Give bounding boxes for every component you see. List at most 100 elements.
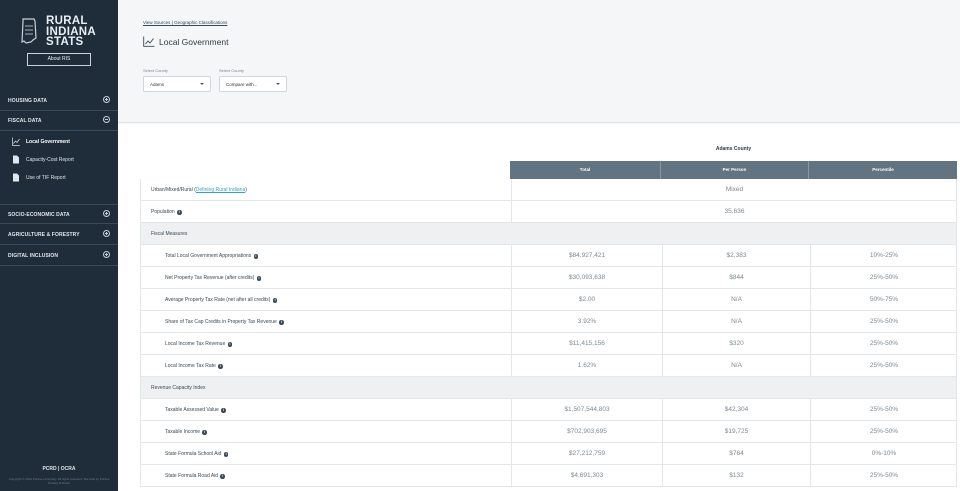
cell-total: $11,415,156 (511, 333, 662, 355)
cell-percentile: 25%-50% (810, 355, 957, 377)
breadcrumb[interactable]: View Sources | Geographic Classification… (143, 20, 227, 25)
county-select[interactable]: Adams (143, 76, 211, 92)
row-label-text: Taxable Assessed Value (165, 407, 219, 413)
cell-total: $1,507,544,803 (511, 399, 662, 421)
info-icon[interactable]: i (218, 364, 223, 369)
info-icon[interactable]: i (221, 408, 226, 413)
section-label: Fiscal Measures (151, 231, 188, 237)
sidebar-item-label: Local Government (26, 139, 70, 145)
sidebar: RURAL INDIANA STATS About RIS HOUSING DA… (0, 0, 118, 491)
nav-agri-label: AGRICULTURE & FORESTRY (8, 232, 80, 238)
table-row: Taxable Income i $702,903,695 $19,725 25%-5… (140, 421, 957, 443)
cell-total: $2.00 (511, 289, 662, 311)
cell-percentile: 50%-75% (810, 289, 957, 311)
info-icon[interactable]: i (223, 452, 229, 457)
compare-county-label: Select County (219, 68, 244, 73)
select-county-label: Select County (143, 68, 168, 73)
compare-county-select[interactable]: Compare with... (219, 76, 287, 92)
info-icon[interactable]: i (220, 474, 225, 479)
sidebar-item-capacity-cost-report[interactable]: Capacity-Cost Report (0, 151, 118, 169)
row-label: Population i (151, 209, 182, 215)
cell-total: $84,927,421 (511, 245, 662, 267)
line-chart-icon (143, 36, 155, 47)
document-icon (13, 155, 19, 164)
row-label: Average Property Tax Rate (net after all… (165, 297, 278, 303)
sidebar-item-label: Use of TIF Report (26, 175, 66, 181)
collapse-icon[interactable] (103, 116, 110, 123)
nav-agriculture-forestry[interactable]: AGRICULTURE & FORESTRY (0, 225, 118, 245)
info-icon[interactable]: i (279, 320, 284, 325)
nav-housing-data[interactable]: HOUSING DATA (0, 91, 118, 111)
table-row: Local Income Tax Rate i 1.62% N/A 25%-50% (140, 355, 957, 377)
section-revenue-capacity-index: Revenue Capacity Index (140, 377, 957, 399)
row-label-text: Average Property Tax Rate (net after all… (165, 297, 271, 303)
column-header-per-person: Per Person (661, 161, 809, 179)
table-row: State Formula Road Aid i $4,691,303 $132 25… (140, 465, 957, 487)
county-select-value: Adams (150, 82, 165, 87)
compare-select-value: Compare with... (226, 82, 258, 87)
info-icon[interactable]: i (256, 276, 262, 281)
row-label-text: Net Property Tax Revenue (after credits) (165, 275, 255, 281)
section-label: Revenue Capacity Index (151, 385, 206, 391)
table-row: Total Local Government Appropriations i $… (140, 245, 957, 267)
row-label-text: State Formula Road Aid (165, 473, 219, 479)
cell-percentile: 25%-50% (810, 267, 957, 289)
info-icon[interactable]: i (227, 342, 233, 347)
logo-line-3: STATS (46, 36, 84, 48)
cell-per-person: $320 (662, 333, 810, 355)
section-fiscal-measures: Fiscal Measures (140, 223, 957, 245)
nav-housing-label: HOUSING DATA (8, 98, 48, 104)
cell-total: 1.62% (511, 355, 662, 377)
table-row-urban-mixed-rural: Urban/Mixed/Rural (Defining Rural Indian… (140, 179, 957, 201)
sidebar-item-use-of-tif-report[interactable]: Use of TIF Report (0, 169, 118, 187)
logo-line-1: RURAL (46, 15, 88, 27)
row-label-text: Taxable Income (165, 429, 201, 435)
logo-text: RURAL INDIANA STATS (46, 16, 96, 48)
row-label-text: Local Income Tax Revenue (165, 341, 226, 347)
row-label: Taxable Income i (165, 429, 207, 435)
sidebar-item-label: Capacity-Cost Report (26, 157, 74, 163)
cell-percentile: 25%-50% (810, 333, 957, 355)
info-icon[interactable]: i (253, 254, 259, 259)
about-ris-button[interactable]: About RIS (27, 53, 91, 66)
info-icon[interactable]: i (177, 210, 182, 215)
urban-close: ) (245, 187, 247, 193)
nav-fiscal-data[interactable]: FISCAL DATA (0, 111, 118, 131)
county-heading: Adams County (715, 146, 752, 152)
nav-socio-economic-data[interactable]: SOCIO-ECONOMIC DATA (0, 204, 118, 224)
row-label-text: Total Local Government Appropriations (165, 253, 252, 259)
footer-brand[interactable]: PCRD | OCRA (0, 466, 118, 472)
document-icon (13, 173, 19, 182)
expand-icon[interactable] (103, 251, 110, 258)
cell-per-person: $132 (662, 465, 810, 487)
row-label: Net Property Tax Revenue (after credits)… (165, 275, 262, 281)
row-label: Local Income Tax Rate i (165, 363, 223, 369)
table-row-population: Population i 35,636 (140, 201, 957, 223)
page-title: Local Government (159, 37, 229, 47)
row-label: Total Local Government Appropriations i (165, 253, 259, 259)
expand-icon[interactable] (103, 96, 110, 103)
cell-per-person: $2,383 (662, 245, 810, 267)
chevron-down-icon (276, 83, 280, 85)
info-icon[interactable]: i (202, 430, 207, 435)
cell-percentile: 25%-50% (810, 465, 957, 487)
indiana-state-icon (21, 18, 37, 44)
chevron-down-icon (200, 83, 204, 85)
row-label: State Formula School Aid i (165, 451, 229, 457)
sidebar-item-local-government[interactable]: Local Government (0, 133, 118, 151)
defining-rural-indiana-link[interactable]: Defining Rural Indiana (196, 187, 245, 193)
rural-indiana-stats-logo[interactable]: RURAL INDIANA STATS (20, 16, 100, 50)
cell-per-person: $764 (662, 443, 810, 465)
line-chart-icon (12, 137, 20, 146)
info-icon[interactable]: i (272, 298, 278, 303)
cell-percentile: 0%-10% (810, 443, 957, 465)
nav-digital-inclusion[interactable]: DIGITAL INCLUSION (0, 246, 118, 266)
cell-per-person: $844 (662, 267, 810, 289)
table-row: Average Property Tax Rate (net after all… (140, 289, 957, 311)
expand-icon[interactable] (103, 230, 110, 237)
table-row: Net Property Tax Revenue (after credits)… (140, 267, 957, 289)
table-row: Taxable Assessed Value i $1,507,544,803 $4… (140, 399, 957, 421)
expand-icon[interactable] (103, 210, 110, 217)
row-label: State Formula Road Aid i (165, 473, 225, 479)
nav-fiscal-label: FISCAL DATA (8, 118, 42, 124)
